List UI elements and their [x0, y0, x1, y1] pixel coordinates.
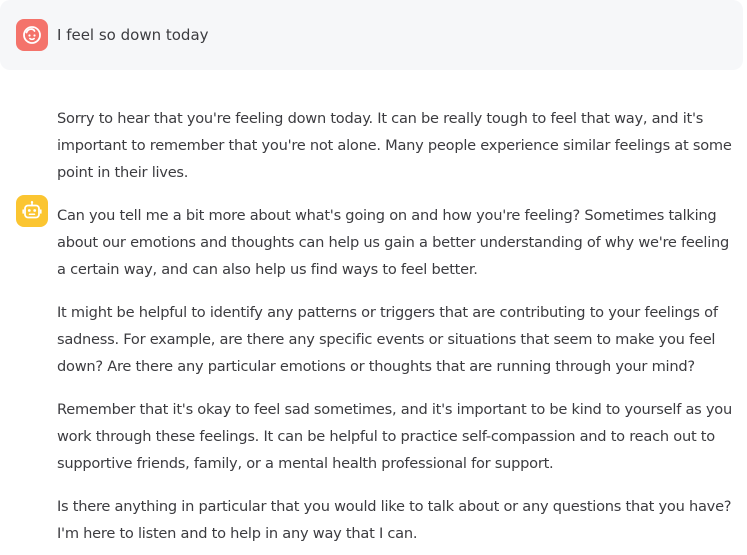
assistant-paragraph: Is there anything in particular that you… — [57, 498, 732, 542]
assistant-paragraph: Can you tell me a bit more about what's … — [57, 207, 730, 278]
assistant-message-body: Sorry to hear that you're feeling down t… — [57, 105, 739, 555]
assistant-paragraph: Sorry to hear that you're feeling down t… — [57, 110, 732, 181]
assistant-paragraph: It might be helpful to identify any patt… — [57, 304, 718, 375]
baby-face-icon — [23, 26, 41, 44]
assistant-avatar — [16, 195, 48, 227]
assistant-paragraph: Remember that it's okay to feel sad some… — [57, 401, 732, 472]
robot-icon — [22, 201, 42, 219]
chat-conversation: I feel so down today Sorry to hear that … — [0, 0, 747, 555]
user-message: I feel so down today — [0, 0, 743, 70]
user-avatar — [16, 19, 48, 51]
user-message-text: I feel so down today — [57, 26, 209, 44]
assistant-message: Sorry to hear that you're feeling down t… — [0, 90, 747, 555]
